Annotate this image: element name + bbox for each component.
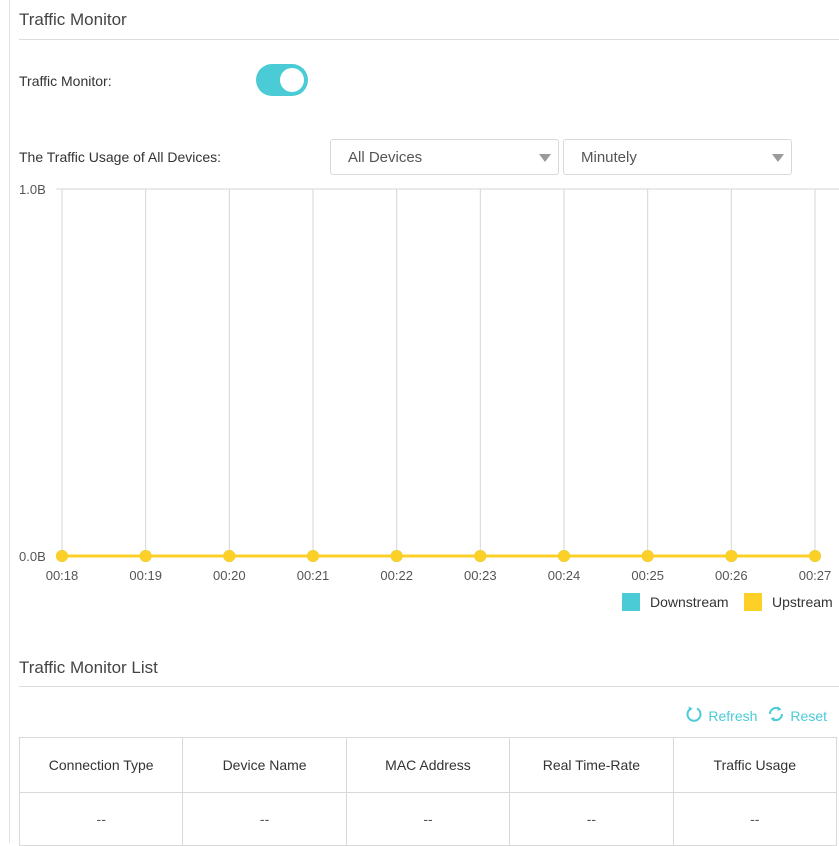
legend-upstream: Upstream	[744, 593, 833, 611]
downstream-swatch	[622, 593, 640, 611]
list-divider	[19, 686, 839, 687]
cell-traffic-usage: --	[672, 792, 838, 846]
cell-device-name: --	[182, 792, 347, 846]
x-tick-label: 00:23	[464, 568, 497, 583]
data-point-upstream	[223, 550, 236, 562]
cell-mac-address: --	[345, 792, 511, 846]
data-point-upstream	[558, 550, 570, 562]
data-point-upstream	[307, 550, 319, 562]
table-row: -- -- -- -- --	[18, 792, 838, 846]
traffic-usage-label: The Traffic Usage of All Devices:	[19, 149, 222, 165]
data-point-upstream	[390, 550, 403, 562]
data-point-upstream	[139, 550, 152, 562]
device-select-value: All Devices	[348, 149, 423, 166]
traffic-monitor-table: Connection Type Device Name MAC Address …	[18, 737, 838, 846]
data-point-upstream	[56, 550, 68, 562]
device-select[interactable]: All Devices	[330, 139, 559, 175]
x-tick-label: 00:27	[799, 568, 832, 583]
x-tick-label: 00:25	[631, 568, 664, 583]
interval-select-value: Minutely	[581, 149, 637, 166]
x-tick-label: 00:22	[380, 568, 413, 583]
x-tick-label: 00:20	[213, 568, 246, 583]
reset-button[interactable]: Reset	[767, 705, 827, 726]
interval-select[interactable]: Minutely	[563, 139, 792, 175]
column-traffic-usage: Traffic Usage	[672, 737, 838, 793]
upstream-swatch	[744, 593, 762, 611]
y-tick-label: 1.0B	[19, 182, 46, 197]
data-point-upstream	[474, 550, 487, 562]
legend-downstream: Downstream	[622, 593, 729, 611]
column-device-name: Device Name	[182, 737, 347, 793]
x-tick-label: 00:19	[129, 568, 162, 583]
x-tick-label: 00:26	[715, 568, 748, 583]
chevron-down-icon	[772, 154, 784, 162]
data-point-upstream	[641, 550, 654, 562]
traffic-monitor-label: Traffic Monitor:	[19, 73, 112, 89]
legend-downstream-label: Downstream	[650, 594, 729, 610]
y-tick-label: 0.0B	[19, 549, 46, 564]
data-point-upstream	[809, 550, 821, 562]
toggle-knob	[280, 68, 304, 92]
list-actions: Refresh Reset	[685, 705, 827, 726]
table-header-row: Connection Type Device Name MAC Address …	[18, 737, 838, 793]
cell-real-time-rate: --	[509, 792, 674, 846]
column-mac-address: MAC Address	[345, 737, 511, 793]
chevron-down-icon	[539, 154, 551, 162]
legend-upstream-label: Upstream	[772, 594, 833, 610]
reset-label: Reset	[790, 707, 827, 724]
data-point-upstream	[725, 550, 738, 562]
column-connection-type: Connection Type	[18, 737, 184, 793]
traffic-monitor-toggle[interactable]	[256, 64, 308, 96]
reset-icon	[767, 705, 785, 726]
refresh-label: Refresh	[708, 707, 758, 724]
x-tick-label: 00:24	[548, 568, 581, 583]
list-title: Traffic Monitor List	[19, 658, 158, 677]
x-tick-label: 00:21	[297, 568, 330, 583]
page-title: Traffic Monitor	[19, 10, 127, 29]
traffic-usage-chart: 1.0B 0.0B00:18 00:19 00:20 00:21 00:22 00:23 00…	[19, 182, 839, 583]
title-divider	[19, 39, 839, 40]
x-tick-label: 00:18	[46, 568, 79, 583]
refresh-icon	[685, 705, 703, 726]
column-real-time-rate: Real Time-Rate	[509, 737, 674, 793]
cell-connection-type: --	[18, 792, 184, 846]
refresh-button[interactable]: Refresh	[685, 705, 757, 726]
